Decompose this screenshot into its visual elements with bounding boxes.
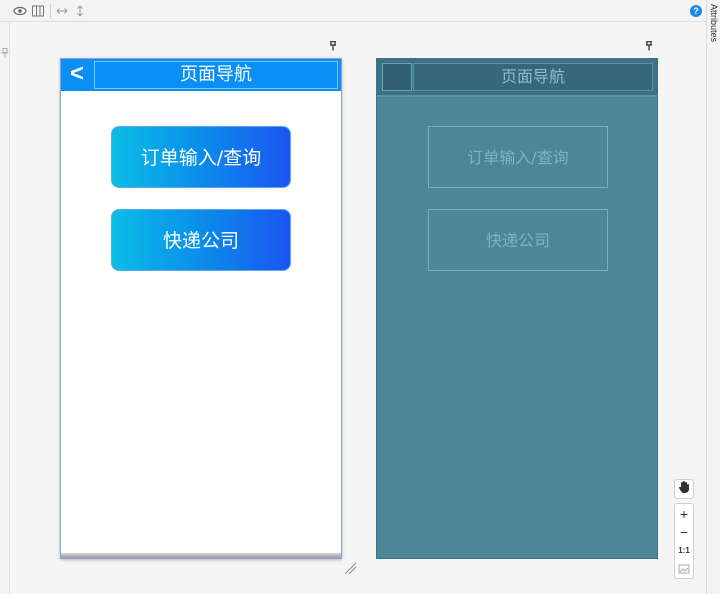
preview-order-input-query-button[interactable]: 订单输入/查询 (428, 126, 608, 188)
designer-toolbar: ? (0, 0, 706, 22)
actual-size-button[interactable]: 1:1 (675, 542, 693, 560)
preview-back-slot[interactable] (382, 63, 412, 91)
horizontal-resize-icon[interactable] (55, 4, 69, 18)
preview-nav-title[interactable]: 页面导航 (413, 63, 653, 91)
vertical-resize-icon[interactable] (73, 4, 87, 18)
courier-company-button[interactable]: 快递公司 (111, 209, 291, 271)
back-button[interactable]: < (63, 62, 91, 88)
zoom-out-button[interactable]: − (675, 523, 693, 541)
attributes-label: Attributes (709, 4, 719, 43)
navigation-bar: < 页面导航 (61, 59, 341, 91)
help-icon[interactable]: ? (690, 5, 702, 17)
toolbar-separator (50, 4, 51, 18)
zoom-controls: + − 1:1 (674, 503, 694, 579)
resize-grip-icon[interactable] (343, 560, 357, 575)
nav-title[interactable]: 页面导航 (94, 61, 338, 89)
preview-view-screen[interactable]: 页面导航 订单输入/查询 快递公司 (376, 58, 658, 559)
preview-navigation-bar: 页面导航 (377, 59, 657, 97)
preview-courier-company-button[interactable]: 快递公司 (428, 209, 608, 271)
design-view-screen[interactable]: < 页面导航 订单输入/查询 快递公司 (60, 58, 342, 559)
zoom-in-button[interactable]: + (675, 505, 693, 523)
pan-hand-icon[interactable] (674, 479, 694, 499)
columns-icon[interactable] (31, 4, 45, 18)
left-gutter (0, 22, 10, 594)
pin-icon[interactable] (1, 48, 9, 60)
fit-screen-icon[interactable] (675, 560, 693, 578)
attributes-panel-tab[interactable]: Attributes (706, 0, 720, 594)
design-pin-icon[interactable] (329, 40, 337, 51)
order-input-query-button[interactable]: 订单输入/查询 (111, 126, 291, 188)
preview-pin-icon[interactable] (645, 40, 653, 51)
bottom-bar (61, 553, 341, 558)
eye-icon[interactable] (13, 4, 27, 18)
